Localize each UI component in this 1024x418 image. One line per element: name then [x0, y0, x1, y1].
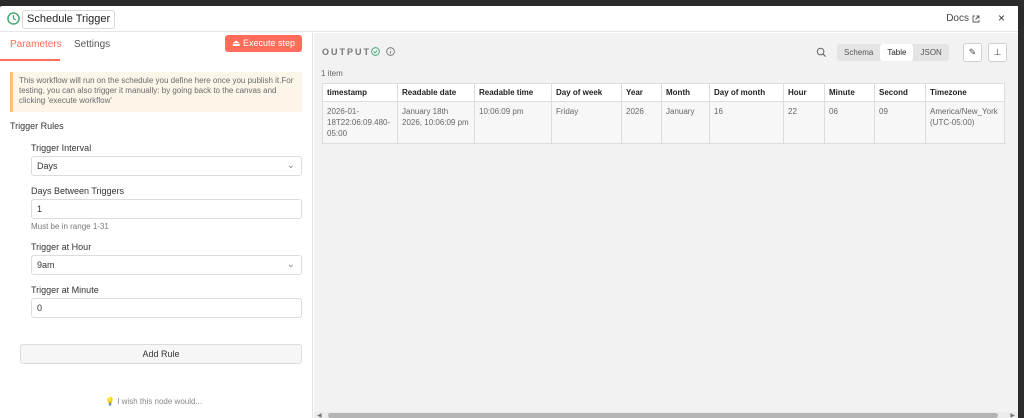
close-icon[interactable]: ×	[998, 11, 1005, 25]
feedback-label: I wish this node would...	[117, 397, 203, 406]
chevron-down-icon: ⌄	[286, 160, 295, 171]
output-title: OUTPUT	[322, 47, 371, 57]
panel-tabs: Parameters Settings ⏏ Execute step	[0, 33, 313, 61]
column-header: Day of week	[551, 83, 622, 102]
scroll-left-icon[interactable]: ◀	[317, 412, 322, 418]
trigger-hour-label: Trigger at Hour	[31, 242, 92, 252]
edit-output-button[interactable]: ✎	[963, 43, 982, 62]
column-header: Timezone	[925, 83, 1005, 102]
trigger-interval-select[interactable]: Days ⌄	[31, 156, 302, 176]
table-cell[interactable]: 2026	[621, 101, 662, 144]
column-header: Month	[661, 83, 710, 102]
flask-icon: ⏏	[231, 38, 243, 48]
column-header: Day of month	[709, 83, 784, 102]
parameters-panel: Parameters Settings ⏏ Execute step This …	[0, 33, 313, 418]
output-panel: OUTPUT Schema Table JSON ✎ ⊥ 1 item time…	[314, 33, 1018, 418]
active-tab-indicator	[0, 59, 60, 61]
clock-icon	[7, 12, 20, 25]
pin-data-button[interactable]: ⊥	[988, 43, 1007, 62]
scroll-right-icon[interactable]: ▶	[1010, 412, 1015, 418]
table-cell[interactable]: January	[661, 101, 710, 144]
table-cell[interactable]: 10:06:09 pm	[474, 101, 552, 144]
tab-schema[interactable]: Schema	[837, 44, 880, 61]
days-range-hint: Must be in range 1-31	[31, 222, 109, 231]
table-cell[interactable]: Friday	[551, 101, 622, 144]
chevron-down-icon: ⌄	[286, 259, 295, 270]
column-header: Year	[621, 83, 662, 102]
execute-step-label: Execute step	[242, 38, 296, 48]
table-cell[interactable]: 06	[824, 101, 875, 144]
tab-settings[interactable]: Settings	[74, 39, 110, 50]
notice-callout: This workflow will run on the schedule y…	[10, 72, 302, 112]
output-table: timestamp Readable date Readable time Da…	[322, 83, 1005, 144]
trigger-interval-label: Trigger Interval	[31, 143, 92, 153]
trigger-minute-input[interactable]: 0	[31, 298, 302, 318]
node-title[interactable]: Schedule Trigger	[22, 10, 116, 29]
table-cell[interactable]: 09	[874, 101, 926, 144]
trigger-hour-value: 9am	[37, 260, 55, 270]
column-header: Hour	[783, 83, 825, 102]
execute-step-button[interactable]: ⏏ Execute step	[225, 35, 302, 52]
modal-header: Schedule Trigger Docs ×	[0, 6, 1018, 32]
column-header: timestamp	[322, 83, 398, 102]
feedback-link[interactable]: 💡 I wish this node would...	[105, 397, 202, 406]
tab-json[interactable]: JSON	[913, 44, 948, 61]
table-cell[interactable]: January 18th 2026, 10:06:09 pm	[397, 101, 475, 144]
tab-table[interactable]: Table	[880, 44, 914, 61]
table-cell[interactable]: 16	[709, 101, 784, 144]
trigger-interval-value: Days	[37, 161, 58, 171]
horizontal-scrollbar[interactable]: ◀ ▶	[314, 412, 1018, 418]
trigger-rules-title: Trigger Rules	[10, 121, 64, 131]
view-toggle: Schema Table JSON	[837, 44, 949, 61]
external-link-icon	[972, 15, 980, 22]
lightbulb-icon: 💡	[105, 397, 118, 406]
tab-parameters[interactable]: Parameters	[10, 39, 62, 50]
trigger-minute-label: Trigger at Minute	[31, 285, 99, 295]
column-header: Readable date	[397, 83, 475, 102]
item-count: 1 item	[321, 69, 343, 78]
table-row: 2026-01-18T22:06:09.480-05:00 January 18…	[322, 101, 1005, 144]
table-header-row: timestamp Readable date Readable time Da…	[322, 83, 1005, 102]
column-header: Second	[874, 83, 926, 102]
pin-icon: ⊥	[993, 47, 1002, 57]
column-header: Readable time	[474, 83, 552, 102]
days-between-input[interactable]: 1	[31, 199, 302, 219]
trigger-hour-select[interactable]: 9am ⌄	[31, 255, 302, 275]
docs-label: Docs	[946, 13, 969, 24]
table-cell[interactable]: 2026-01-18T22:06:09.480-05:00	[322, 101, 398, 144]
days-between-label: Days Between Triggers	[31, 186, 125, 196]
pencil-icon: ✎	[968, 47, 977, 57]
node-modal: Schedule Trigger Docs × Parameters Setti…	[0, 6, 1018, 418]
search-icon[interactable]	[816, 47, 827, 58]
info-icon[interactable]	[386, 47, 395, 56]
table-cell[interactable]: America/New_York (UTC-05:00)	[925, 101, 1005, 144]
table-cell[interactable]: 22	[783, 101, 825, 144]
docs-link[interactable]: Docs	[946, 13, 980, 24]
column-header: Minute	[824, 83, 875, 102]
add-rule-button[interactable]: Add Rule	[20, 344, 302, 364]
success-check-icon	[371, 47, 380, 56]
scrollbar-thumb[interactable]	[328, 413, 998, 418]
